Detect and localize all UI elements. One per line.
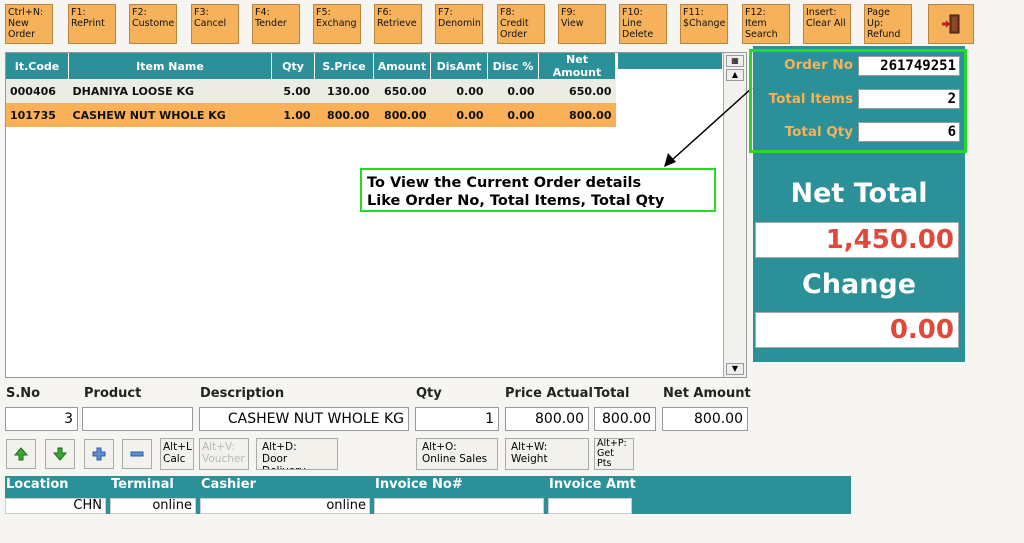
sno-field[interactable]: 3 bbox=[5, 407, 78, 431]
invoice-amt-value bbox=[548, 498, 632, 514]
move-down-button[interactable] bbox=[45, 439, 75, 469]
plus-icon bbox=[92, 447, 106, 461]
change-label: Change bbox=[801, 269, 917, 300]
get-points-button[interactable]: Alt+P: Get Pts bbox=[594, 438, 634, 470]
arrow-up-icon bbox=[13, 447, 29, 461]
arrow-down-icon bbox=[52, 447, 68, 461]
order-no-label: Order No bbox=[784, 57, 853, 73]
terminal-label: Terminal bbox=[111, 477, 174, 492]
description-field[interactable]: CASHEW NUT WHOLE KG bbox=[199, 407, 409, 431]
callout-line-2: Like Order No, Total Items, Total Qty bbox=[367, 193, 665, 209]
total-qty-label: Total Qty bbox=[784, 124, 853, 140]
product-label: Product bbox=[84, 386, 142, 401]
minus-icon bbox=[130, 451, 144, 457]
location-value: CHN bbox=[5, 498, 106, 514]
qty-field[interactable]: 1 bbox=[415, 407, 499, 431]
total-qty-value: 6 bbox=[858, 122, 960, 142]
callout-line-1: To View the Current Order details bbox=[367, 175, 642, 191]
cashier-value: online bbox=[200, 498, 370, 514]
product-field[interactable] bbox=[82, 407, 193, 431]
door-delivery-button[interactable]: Alt+D: Door Delivery bbox=[256, 438, 338, 470]
net-total-label: Net Total bbox=[790, 178, 928, 209]
description-label: Description bbox=[200, 386, 285, 401]
order-no-value: 261749251 bbox=[858, 56, 960, 76]
change-value: 0.00 bbox=[755, 312, 959, 348]
add-quantity-button[interactable] bbox=[84, 439, 114, 469]
invoice-no-value bbox=[374, 498, 544, 514]
total-items-value: 2 bbox=[858, 89, 960, 109]
sno-label: S.No bbox=[6, 386, 41, 401]
online-sales-button[interactable]: Alt+O: Online Sales bbox=[416, 438, 498, 470]
cashier-label: Cashier bbox=[201, 477, 256, 492]
weight-button[interactable]: Alt+W: Weight bbox=[505, 438, 589, 470]
voucher-button[interactable]: Alt+V: Voucher bbox=[199, 438, 249, 470]
reduce-quantity-button[interactable] bbox=[122, 439, 152, 469]
net-amount-field[interactable]: 800.00 bbox=[662, 407, 748, 431]
net-amount-label: Net Amount bbox=[663, 386, 751, 401]
location-label: Location bbox=[6, 477, 69, 492]
qty-label: Qty bbox=[416, 386, 442, 401]
total-items-label: Total Items bbox=[768, 91, 853, 107]
total-label: Total bbox=[594, 386, 630, 401]
price-actual-label: Price Actual bbox=[505, 386, 593, 401]
invoice-no-label: Invoice No# bbox=[375, 477, 463, 492]
move-up-button[interactable] bbox=[6, 439, 36, 469]
net-total-value: 1,450.00 bbox=[755, 222, 959, 258]
terminal-value: online bbox=[110, 498, 196, 514]
price-actual-field[interactable]: 800.00 bbox=[505, 407, 589, 431]
pos-window: Ctrl+N: New Order F1: RePrint F2: Custom… bbox=[0, 0, 1024, 543]
help-callout: To View the Current Order details Like O… bbox=[360, 168, 716, 212]
total-field[interactable]: 800.00 bbox=[594, 407, 656, 431]
invoice-amt-label: Invoice Amt bbox=[549, 477, 636, 492]
calc-button[interactable]: Alt+L: Calc bbox=[160, 438, 194, 470]
